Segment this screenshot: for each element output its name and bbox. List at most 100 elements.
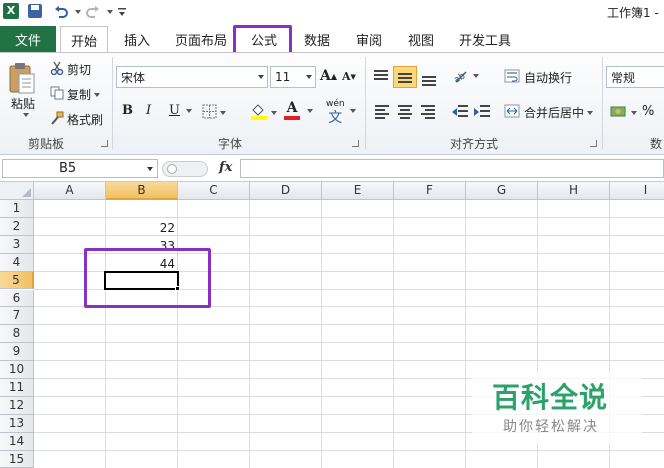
font-name-combo[interactable]: 宋体	[116, 66, 268, 88]
column-header-e[interactable]: E	[322, 182, 394, 200]
undo-dropdown-icon[interactable]	[72, 3, 81, 20]
align-bottom-icon[interactable]	[420, 68, 438, 86]
row-header-11[interactable]: 11	[0, 379, 34, 397]
row-header-4[interactable]: 4	[0, 253, 34, 272]
tab-home[interactable]: 开始	[60, 26, 108, 53]
merge-dropdown-icon[interactable]	[587, 110, 594, 115]
tab-page-layout[interactable]: 页面布局	[167, 26, 235, 52]
tab-developer[interactable]: 开发工具	[451, 26, 519, 52]
row-header-3[interactable]: 3	[0, 235, 34, 254]
underline-button[interactable]: U	[169, 103, 180, 118]
column-header-f[interactable]: F	[394, 182, 466, 200]
row-header-8[interactable]: 8	[0, 325, 34, 344]
currency-format-button[interactable]	[610, 103, 637, 122]
row-header-2[interactable]: 2	[0, 217, 34, 236]
increase-indent-icon[interactable]	[474, 104, 490, 120]
format-painter-label: 格式刷	[67, 113, 104, 127]
phonetic-dropdown-icon[interactable]	[347, 109, 356, 113]
column-header-h[interactable]: H	[538, 182, 610, 200]
formula-bar-splitter[interactable]	[162, 161, 208, 177]
redo-icon[interactable]	[82, 3, 104, 20]
align-top-icon[interactable]	[372, 68, 390, 86]
row-header-9[interactable]: 9	[0, 343, 34, 362]
row-header-14[interactable]: 14	[0, 432, 34, 451]
row-header-5[interactable]: 5	[0, 271, 34, 290]
font-color-button[interactable]: A	[284, 101, 300, 120]
fill-color-button[interactable]	[250, 102, 277, 123]
grid-row-line	[34, 324, 664, 326]
border-button[interactable]	[202, 104, 226, 122]
tab-file[interactable]: 文件	[0, 26, 56, 52]
underline-dropdown-icon[interactable]	[183, 109, 192, 113]
insert-function-icon[interactable]: fx	[219, 160, 232, 175]
column-header-g[interactable]: G	[466, 182, 538, 200]
italic-button[interactable]: I	[146, 103, 151, 118]
align-center-icon[interactable]	[397, 104, 413, 120]
formula-input[interactable]	[240, 159, 664, 178]
paste-dropdown-icon[interactable]	[20, 113, 29, 117]
font-size-combo[interactable]: 11	[270, 66, 316, 88]
phonetic-guide-button[interactable]: wén 文	[326, 99, 345, 126]
row-header-13[interactable]: 13	[0, 414, 34, 433]
tab-data[interactable]: 数据	[295, 26, 339, 52]
title-bar: X 工作簿1 -	[0, 0, 664, 24]
copy-label: 复制	[67, 88, 92, 102]
tab-insert[interactable]: 插入	[114, 26, 160, 52]
copy-dropdown-icon[interactable]	[94, 92, 101, 97]
row-header-10[interactable]: 10	[0, 361, 34, 379]
number-format-value: 常规	[611, 70, 636, 85]
format-painter-button[interactable]: 格式刷	[50, 111, 103, 128]
tab-view[interactable]: 视图	[398, 26, 444, 52]
column-header-a[interactable]: A	[34, 182, 106, 200]
alignment-dialog-launcher-icon[interactable]	[590, 140, 597, 147]
font-color-glyph: A	[286, 100, 298, 116]
orientation-icon[interactable]: ab	[452, 68, 479, 84]
redo-dropdown-icon[interactable]	[104, 3, 113, 20]
copy-icon	[50, 86, 64, 103]
align-right-icon[interactable]	[420, 104, 436, 120]
save-icon[interactable]	[28, 4, 42, 18]
customize-qat-icon[interactable]	[116, 3, 128, 20]
number-format-combo[interactable]: 常规	[606, 66, 664, 88]
clipboard-dialog-launcher-icon[interactable]	[101, 140, 108, 147]
font-dialog-launcher-icon[interactable]	[352, 140, 359, 147]
grow-font-icon[interactable]: A ▲	[320, 68, 337, 84]
fill-color-dropdown-icon[interactable]	[271, 110, 277, 115]
paste-button-label[interactable]: 粘贴	[11, 95, 35, 112]
align-middle-icon[interactable]	[393, 66, 417, 88]
clipboard-group-label: 剪贴板	[28, 137, 65, 151]
font-color-dropdown-icon[interactable]	[304, 109, 313, 113]
row-header-15[interactable]: 15	[0, 450, 34, 468]
group-separator	[112, 57, 113, 149]
decrease-indent-icon[interactable]	[452, 104, 468, 120]
column-header-c[interactable]: C	[178, 182, 250, 200]
paste-icon[interactable]	[8, 59, 40, 99]
border-dropdown-icon[interactable]	[220, 111, 226, 115]
cut-button[interactable]: 剪切	[50, 61, 91, 78]
bold-button[interactable]: B	[122, 103, 133, 118]
wrap-text-button[interactable]: 自动换行	[504, 69, 572, 86]
merge-center-button[interactable]: 合并后居中	[504, 104, 594, 121]
undo-icon[interactable]	[50, 3, 72, 20]
column-header-i[interactable]: I	[610, 182, 664, 200]
name-box[interactable]: B5	[2, 159, 158, 178]
cell-b2[interactable]: 22	[106, 219, 178, 237]
ribbon-tab-bar: 文件 开始 插入 页面布局 公式 数据 审阅 视图 开发工具	[0, 24, 664, 53]
name-box-dropdown-icon[interactable]	[147, 167, 153, 171]
percent-button[interactable]: %	[642, 104, 654, 119]
excel-app-icon[interactable]: X	[3, 3, 19, 19]
row-header-12[interactable]: 12	[0, 396, 34, 415]
row-header-1[interactable]: 1	[0, 200, 34, 218]
select-all-button[interactable]	[0, 182, 34, 200]
align-left-icon[interactable]	[374, 104, 390, 120]
column-header-b[interactable]: B	[106, 182, 178, 200]
row-header-6[interactable]: 6	[0, 289, 34, 308]
tab-review[interactable]: 审阅	[346, 26, 392, 52]
copy-button[interactable]: 复制	[50, 86, 101, 103]
row-header-7[interactable]: 7	[0, 307, 34, 326]
grid-row-line	[34, 360, 664, 362]
shrink-font-icon[interactable]: A ▼	[342, 70, 356, 83]
column-header-d[interactable]: D	[250, 182, 322, 200]
watermark-slogan: 助你轻松解决	[503, 419, 599, 435]
name-box-value: B5	[59, 161, 77, 176]
